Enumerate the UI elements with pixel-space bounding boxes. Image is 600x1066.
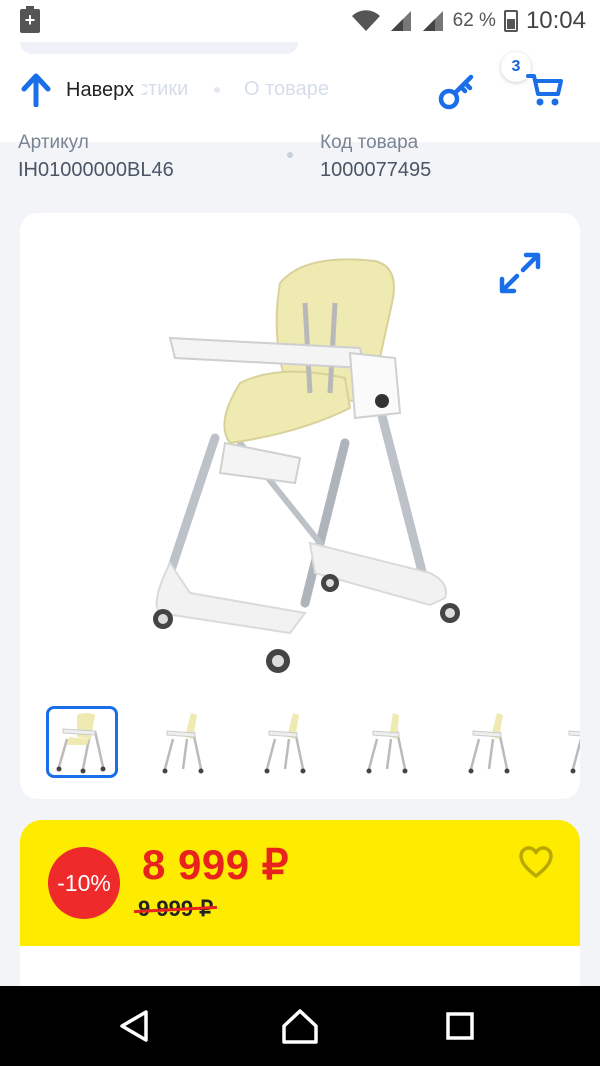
thumbnail-6[interactable]	[556, 706, 580, 778]
back-to-top-label: Наверх	[66, 78, 134, 101]
thumbnail-image	[366, 713, 408, 774]
back-icon[interactable]	[112, 1004, 156, 1048]
heart-icon[interactable]	[518, 846, 554, 880]
thumbnail-image	[468, 713, 510, 774]
arrow-up-icon	[21, 73, 51, 107]
battery-icon	[503, 10, 518, 32]
thumbnail-2[interactable]	[148, 706, 220, 778]
thumbnail-1[interactable]	[46, 706, 118, 778]
thumbnail-4[interactable]	[352, 706, 424, 778]
product-main-image[interactable]	[130, 243, 470, 683]
battery-saver-icon: +	[20, 6, 40, 33]
product-code-block: Код товара 1000077495	[320, 132, 431, 182]
battery-percent: 62 %	[452, 10, 496, 31]
system-nav-bar	[0, 986, 600, 1066]
back-to-top-button[interactable]: Наверх	[20, 72, 142, 108]
search-pill-ghost	[20, 42, 298, 54]
clock: 10:04	[525, 7, 586, 34]
old-price: 9 999 ₽	[138, 896, 214, 921]
discount-badge: -10%	[48, 847, 120, 919]
meta-separator-dot	[287, 152, 293, 158]
tab-separator-dot	[214, 87, 220, 93]
product-gallery	[20, 213, 580, 799]
cart-icon[interactable]	[526, 72, 564, 108]
product-code-value: 1000077495	[320, 159, 432, 181]
thumbnail-image	[56, 713, 106, 774]
tab-about-product[interactable]: О товаре	[244, 78, 329, 101]
article-block: Артикул IH01000000BL46	[18, 132, 174, 182]
price-block: -10% 8 999 ₽ 9 999 ₽	[20, 820, 580, 950]
recents-icon[interactable]	[438, 1004, 482, 1048]
thumbnail-image	[162, 713, 204, 774]
home-icon[interactable]	[278, 1004, 322, 1048]
signal-icon	[422, 11, 443, 31]
wifi-icon	[351, 10, 380, 32]
thumbnail-strip	[46, 706, 580, 780]
thumbnail-5[interactable]	[454, 706, 526, 778]
key-icon[interactable]	[438, 72, 476, 110]
thumbnail-image	[264, 713, 306, 774]
product-details-start	[20, 946, 580, 986]
current-price: 8 999 ₽	[142, 841, 289, 888]
signal-icon	[390, 11, 411, 31]
article-label: Артикул	[18, 132, 89, 153]
thumbnail-3[interactable]	[250, 706, 322, 778]
product-code-label: Код товара	[320, 132, 419, 153]
thumbnail-image	[568, 730, 580, 774]
expand-icon[interactable]	[498, 251, 542, 295]
article-value: IH01000000BL46	[18, 159, 174, 181]
sticky-header: Характеристики О товаре Наверх 3	[0, 42, 600, 142]
status-bar: + 62 % 10:04	[0, 0, 600, 42]
